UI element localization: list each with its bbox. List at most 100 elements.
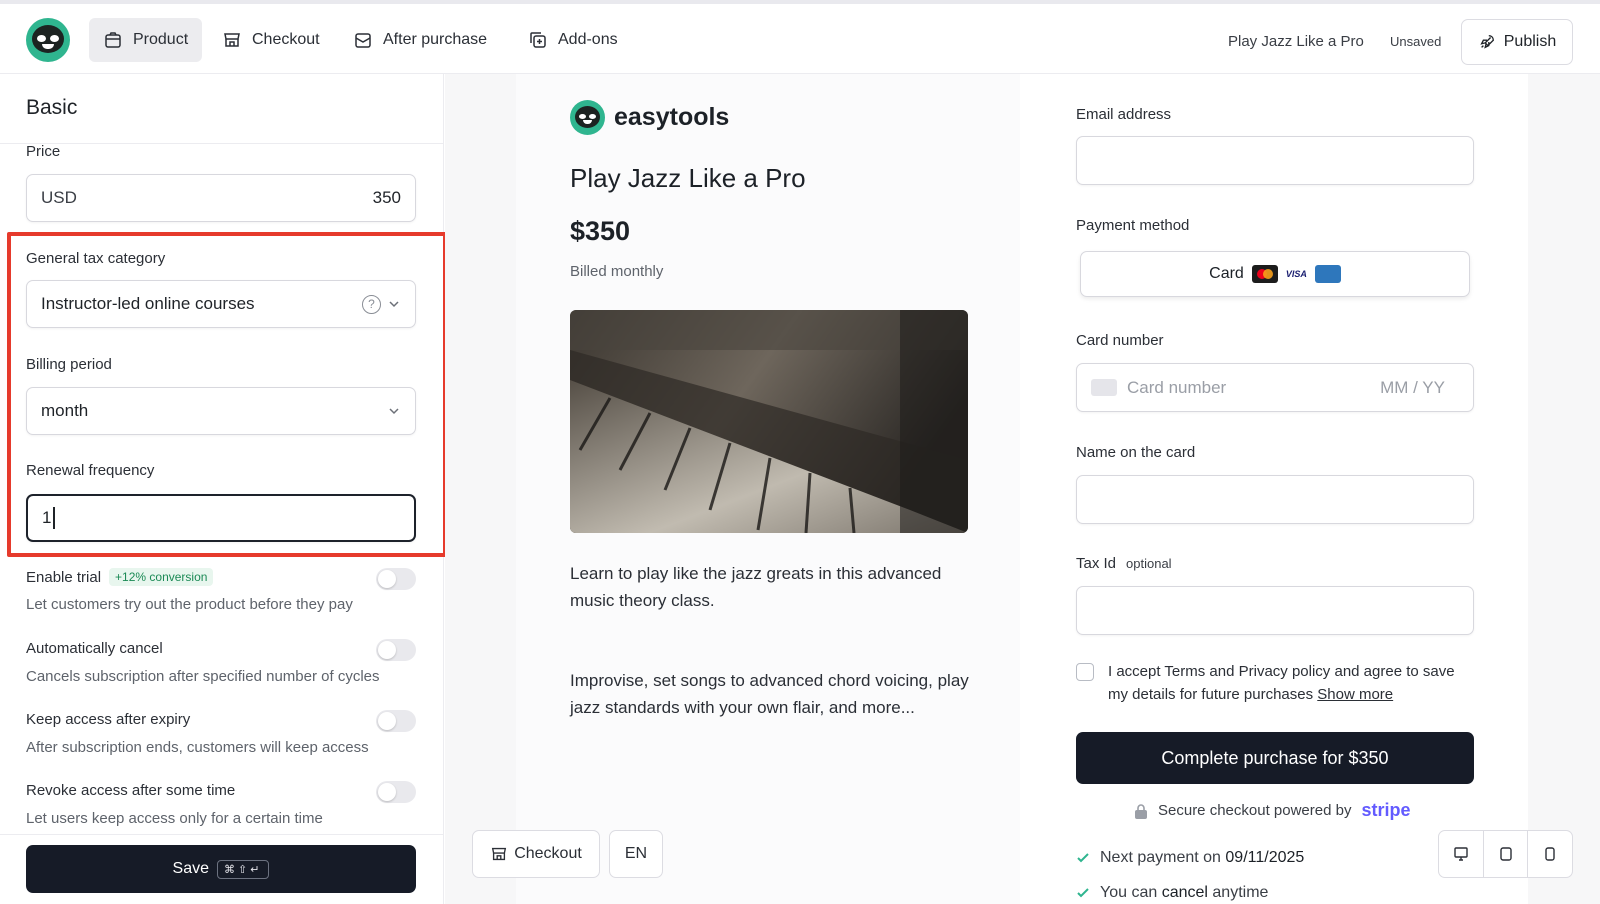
toggle-description: Cancels subscription after specified num…: [26, 668, 380, 685]
payment-method-value: Card: [1209, 265, 1244, 282]
revoke-access-toggle[interactable]: [376, 781, 416, 803]
toggle-title: Automatically cancel: [26, 640, 163, 657]
tab-label: Product: [133, 31, 189, 48]
product-image: [570, 310, 968, 533]
enable-trial-title: Enable trial +12% conversion: [26, 568, 214, 586]
auto-cancel-toggle[interactable]: [376, 639, 416, 661]
terms-checkbox[interactable]: [1076, 663, 1094, 681]
keep-access-toggle[interactable]: [376, 710, 416, 732]
stripe-logo: stripe: [1361, 800, 1411, 820]
mobile-view-button[interactable]: [1528, 831, 1572, 877]
toggle-description: Let users keep access only for a certain…: [26, 810, 323, 827]
billing-period-value: month: [41, 401, 89, 420]
terms-consent: I accept Terms and Privacy policy and ag…: [1076, 660, 1476, 706]
tab-checkout[interactable]: Checkout: [208, 18, 334, 62]
mastercard-icon: [1251, 265, 1278, 283]
save-status-label: Unsaved: [1390, 34, 1442, 49]
help-icon[interactable]: ?: [362, 294, 381, 314]
tab-label: Checkout: [252, 31, 320, 48]
cancel-prefix: You can: [1100, 884, 1158, 901]
divider: [0, 834, 444, 835]
document-title: Play Jazz Like a Pro: [1228, 33, 1364, 50]
tab-after-purchase[interactable]: After purchase: [339, 18, 501, 62]
revoke-access-title: Revoke access after some time: [26, 782, 235, 799]
card-number-label: Card number: [1076, 332, 1164, 349]
keep-access-title: Keep access after expiry: [26, 711, 190, 728]
renewal-frequency-input[interactable]: 1: [26, 494, 416, 542]
product-description: Learn to play like the jazz greats in th…: [570, 564, 942, 610]
tab-label: Add-ons: [558, 31, 618, 48]
store-icon: [224, 33, 240, 47]
price-input[interactable]: USD 350: [26, 174, 416, 222]
optional-tag: optional: [1126, 556, 1172, 571]
box-icon: [105, 32, 121, 48]
text-cursor: [53, 507, 56, 529]
check-icon: [1077, 853, 1089, 863]
desktop-view-button[interactable]: [1439, 831, 1484, 877]
divider: [0, 143, 444, 144]
publish-button[interactable]: Publish: [1461, 19, 1573, 65]
billing-note: Billed monthly: [570, 263, 664, 280]
email-label: Email address: [1076, 106, 1172, 123]
price-value: 350: [372, 188, 401, 207]
tab-add-ons[interactable]: Add-ons: [514, 18, 632, 62]
product-price: $350: [570, 216, 631, 246]
app-logo-icon[interactable]: [26, 18, 70, 62]
complete-purchase-button[interactable]: Complete purchase for $350: [1076, 732, 1474, 784]
card-number-field[interactable]: Card number MM / YY: [1076, 363, 1474, 412]
card-number-placeholder: Card number: [1127, 377, 1227, 397]
expiry-placeholder: MM / YY: [1380, 377, 1445, 397]
tax-id-label: Tax Id optional: [1076, 555, 1172, 572]
keyboard-shortcut: ⌘⇧↵: [217, 859, 270, 879]
terms-body: I accept Terms and Privacy policy and ag…: [1108, 663, 1455, 703]
check-icon: [1077, 888, 1089, 898]
language-label: EN: [624, 845, 648, 862]
renewal-frequency-label: Renewal frequency: [26, 462, 155, 479]
save-button[interactable]: Save ⌘⇧↵: [26, 845, 416, 893]
toggle-title: Keep access after expiry: [26, 711, 191, 728]
toggle-description: After subscription ends, customers will …: [26, 739, 369, 756]
billing-period-select[interactable]: month: [26, 387, 416, 435]
tax-id-field[interactable]: [1076, 586, 1474, 635]
brand-name: easytools: [614, 103, 730, 131]
brand: easytools: [570, 100, 729, 135]
tablet-view-button[interactable]: [1484, 831, 1529, 877]
tax-category-value: Instructor-led online courses: [41, 294, 255, 313]
amex-icon: [1314, 265, 1341, 283]
name-on-card-label: Name on the card: [1076, 444, 1196, 461]
email-field[interactable]: [1076, 136, 1474, 185]
language-button[interactable]: EN: [609, 830, 663, 878]
auto-cancel-title: Automatically cancel: [26, 640, 163, 657]
tab-product[interactable]: Product: [89, 18, 203, 62]
conversion-badge: +12% conversion: [109, 568, 214, 586]
secure-checkout-note: Secure checkout powered by stripe: [1134, 800, 1410, 821]
terms-text: I accept Terms and Privacy policy and ag…: [1108, 660, 1476, 706]
checkout-preview-button[interactable]: Checkout: [472, 830, 600, 878]
checkout-preview-label: Checkout: [514, 845, 582, 862]
mail-icon: [355, 33, 371, 48]
name-on-card-field[interactable]: [1076, 475, 1474, 524]
billing-period-label: Billing period: [26, 356, 112, 373]
credit-card-icon: [1091, 379, 1117, 396]
product-title: Play Jazz Like a Pro: [570, 163, 806, 193]
complete-purchase-label: Complete purchase for $350: [1161, 747, 1389, 768]
section-title: Basic: [26, 96, 78, 119]
tax-id-text: Tax Id: [1076, 555, 1117, 572]
lock-icon: [1135, 803, 1147, 819]
device-preview-switcher: [1438, 830, 1573, 878]
payment-method-card[interactable]: Card VISA: [1080, 251, 1470, 297]
enable-trial-toggle[interactable]: [376, 568, 416, 590]
next-payment-prefix: Next payment on: [1100, 849, 1221, 866]
store-icon: [492, 847, 507, 861]
next-payment-info: Next payment on 09/11/2025: [1076, 849, 1304, 867]
save-label: Save: [172, 860, 210, 877]
product-description: Improvise, set songs to advanced chord v…: [570, 671, 969, 717]
mobile-icon: [1545, 847, 1555, 861]
cancel-word: cancel: [1161, 884, 1208, 901]
show-more-link[interactable]: Show more: [1317, 686, 1393, 703]
tax-category-select[interactable]: Instructor-led online courses ?: [26, 280, 416, 328]
renewal-frequency-value: 1: [42, 508, 52, 527]
secure-text: Secure checkout powered by: [1158, 802, 1352, 819]
price-label: Price: [26, 143, 61, 160]
chevron-down-icon: [389, 408, 399, 415]
